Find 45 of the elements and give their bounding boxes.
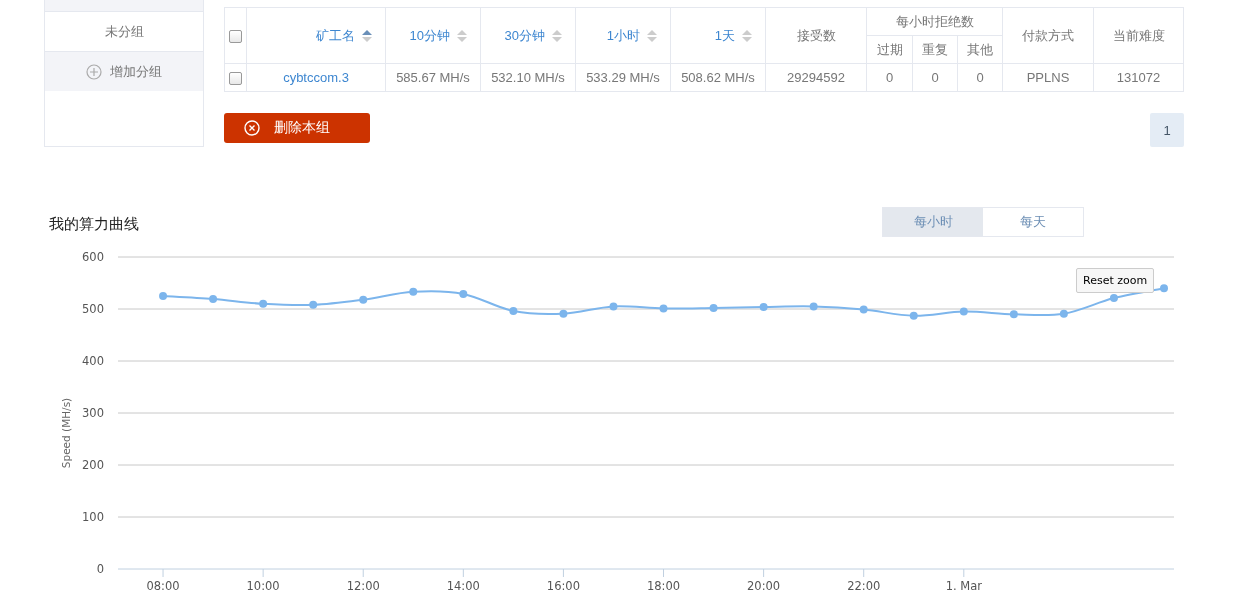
column-header[interactable]: 10分钟 [385, 7, 481, 64]
y-axis-label: 400 [82, 354, 104, 368]
column-header[interactable]: 30分钟 [480, 7, 576, 64]
x-axis-label: 14:00 [446, 579, 480, 593]
period-tab[interactable]: 每小时 [883, 208, 983, 236]
table-cell: 585.67 MH/s [385, 63, 481, 92]
table-cell: 0 [912, 63, 958, 92]
y-axis-label: 500 [82, 302, 104, 316]
y-axis-label: 300 [82, 406, 104, 420]
y-axis-label: 100 [82, 510, 104, 524]
miner-name-link[interactable]: cybtccom.3 [246, 63, 386, 92]
chart-title: 我的算力曲线 [49, 214, 139, 234]
table-cell: PPLNS [1002, 63, 1094, 92]
column-header[interactable]: 矿工名 [246, 7, 386, 64]
y-axis-label: 0 [96, 562, 104, 576]
delete-group-button[interactable]: 删除本组 [224, 113, 370, 143]
y-axis-title: Speed (MH/s) [60, 397, 72, 469]
table-cell: 533.29 MH/s [575, 63, 671, 92]
column-header: 接受数 [765, 7, 867, 64]
column-header: 重复 [912, 35, 958, 64]
table-cell: 29294592 [765, 63, 867, 92]
column-header: 每小时拒绝数 [866, 7, 1003, 36]
x-axis-label: 18:00 [646, 579, 681, 593]
table-cell: 532.10 MH/s [480, 63, 576, 92]
x-axis-label: 10:00 [246, 579, 280, 593]
column-header: 当前难度 [1093, 7, 1184, 64]
table-cell: 0 [866, 63, 913, 92]
column-header: 付款方式 [1002, 7, 1094, 64]
table-cell: 0 [957, 63, 1003, 92]
x-axis-label: 12:00 [346, 579, 380, 593]
column-header: 过期 [866, 35, 913, 64]
reset-zoom-button[interactable]: Reset zoom [1076, 268, 1155, 293]
x-axis-label: 16:00 [546, 579, 580, 593]
y-axis-label: 600 [82, 250, 104, 264]
column-header[interactable]: 1小时 [575, 7, 671, 64]
x-axis-label: 22:00 [847, 579, 881, 593]
column-header[interactable]: 1天 [670, 7, 766, 64]
x-axis-label: 08:00 [146, 579, 180, 593]
x-axis-label: 1. Mar [945, 579, 982, 593]
add-group-button[interactable]: 增加分组 [45, 51, 203, 91]
x-axis-label: 20:00 [747, 579, 781, 593]
table-cell: 131072 [1093, 63, 1184, 92]
y-axis-label: 200 [82, 458, 104, 472]
page-button[interactable]: 1 [1150, 113, 1184, 147]
table-cell: 508.62 MH/s [670, 63, 766, 92]
